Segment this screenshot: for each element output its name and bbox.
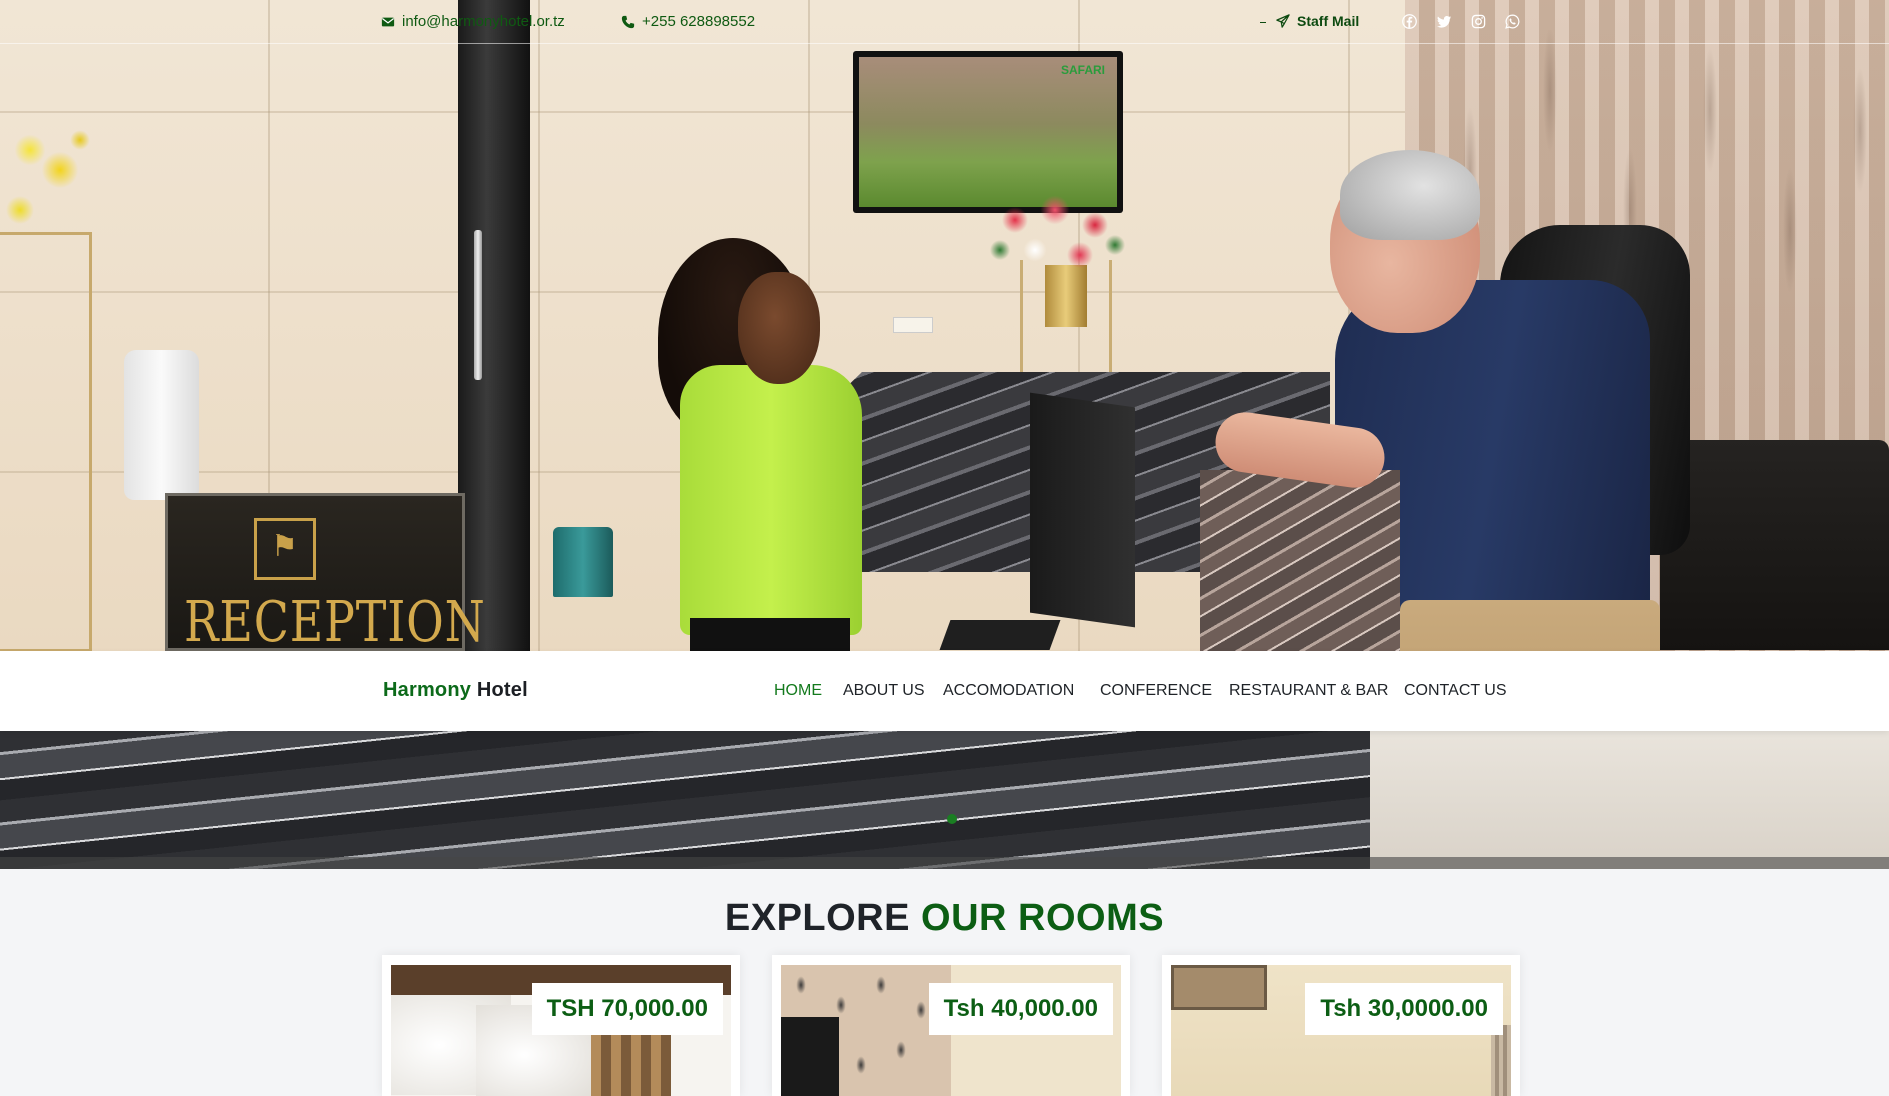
instagram-icon[interactable] (1471, 14, 1487, 30)
email-text: info@harmonyhotel.or.tz (402, 13, 565, 30)
main-navbar: Harmony Hotel HOME ABOUT US ACCOMODATION… (0, 651, 1889, 731)
tv-logo: SAFARI (1060, 63, 1105, 77)
top-bar: info@harmonyhotel.or.tz +255 628898552 S… (0, 0, 1889, 44)
envelope-icon (381, 17, 395, 26)
hero-door (458, 0, 530, 651)
twitter-icon[interactable] (1437, 14, 1453, 30)
phone-link[interactable]: +255 628898552 (621, 13, 755, 30)
receptionist-face (738, 272, 820, 384)
wall-socket (893, 317, 933, 333)
nav-restaurant-bar-label: RESTAURANT & BAR (1229, 682, 1389, 699)
armchair (1660, 440, 1889, 650)
waste-bin (553, 527, 613, 597)
rooms-section-title: EXPLORE OUR ROOMS (0, 897, 1889, 940)
paper-plane-icon (1276, 14, 1290, 28)
brand-name-part2: Hotel (476, 679, 528, 701)
room-tv (781, 1017, 839, 1096)
nav-contact-us-label: CONTACT US (1404, 682, 1507, 699)
room-card[interactable]: Tsh 40,000.00 (772, 955, 1130, 1096)
brand-logo[interactable]: Harmony Hotel (383, 679, 528, 702)
staff-mail-link[interactable]: Staff Mail (1276, 13, 1359, 29)
phone-text: +255 628898552 (642, 13, 756, 30)
receptionist-shirt (680, 365, 862, 635)
whatsapp-icon[interactable] (1505, 14, 1521, 30)
nav-restaurant-bar[interactable]: RESTAURANT & BAR (1229, 682, 1388, 700)
hero-bottom-bar (0, 857, 1889, 869)
topbar-divider (1260, 22, 1266, 23)
nav-conference-label: CONFERENCE (1100, 682, 1213, 699)
counter-top (1200, 470, 1400, 651)
nav-accomodation[interactable]: ACCOMODATION (943, 682, 1074, 700)
nav-home-label: HOME (774, 682, 822, 699)
room-card[interactable]: Tsh 30,0000.00 (1162, 955, 1520, 1096)
wifi-router (124, 350, 199, 500)
nav-about-us[interactable]: ABOUT US (843, 682, 925, 700)
tv-screen (859, 57, 1117, 207)
phone-icon (621, 15, 635, 28)
slider-dot[interactable] (947, 814, 957, 824)
wall-picture (1171, 965, 1267, 1010)
nav-contact-us[interactable]: CONTACT US (1404, 682, 1507, 700)
bedside-decor (591, 1025, 671, 1096)
guest-hair (1340, 150, 1480, 240)
door-handle (474, 230, 482, 380)
facebook-icon[interactable] (1402, 14, 1418, 30)
counter-front (0, 730, 1370, 869)
staff-mail-text: Staff Mail (1297, 13, 1360, 29)
reception-sign-icon (254, 518, 316, 580)
computer-monitor (1030, 392, 1135, 628)
rooms-title-part2: OUR ROOMS (921, 897, 1165, 939)
shelf-left (0, 232, 92, 652)
keyboard (939, 620, 1061, 650)
flower-bouquet (985, 190, 1135, 280)
reception-sign-text: RECEPTION (184, 590, 486, 655)
nav-accomodation-label: ACCOMODATION (943, 682, 1075, 699)
nav-conference[interactable]: CONFERENCE (1100, 682, 1212, 700)
brand-name-part1: Harmony (383, 679, 472, 701)
rooms-title-part1: EXPLORE (724, 897, 910, 939)
hero-slider: SAFARI RECEPTION (0, 0, 1889, 869)
room-curtain (1491, 1025, 1511, 1096)
room-price: Tsh 30,0000.00 (1305, 983, 1503, 1035)
hero-tv: SAFARI (853, 51, 1123, 213)
nav-about-us-label: ABOUT US (843, 682, 925, 699)
room-price: TSH 70,000.00 (531, 983, 723, 1035)
room-card[interactable]: TSH 70,000.00 (382, 955, 740, 1096)
email-link[interactable]: info@harmonyhotel.or.tz (381, 13, 565, 30)
room-price: Tsh 40,000.00 (928, 983, 1113, 1035)
nav-home[interactable]: HOME (774, 682, 822, 700)
floor-right (1370, 730, 1889, 869)
